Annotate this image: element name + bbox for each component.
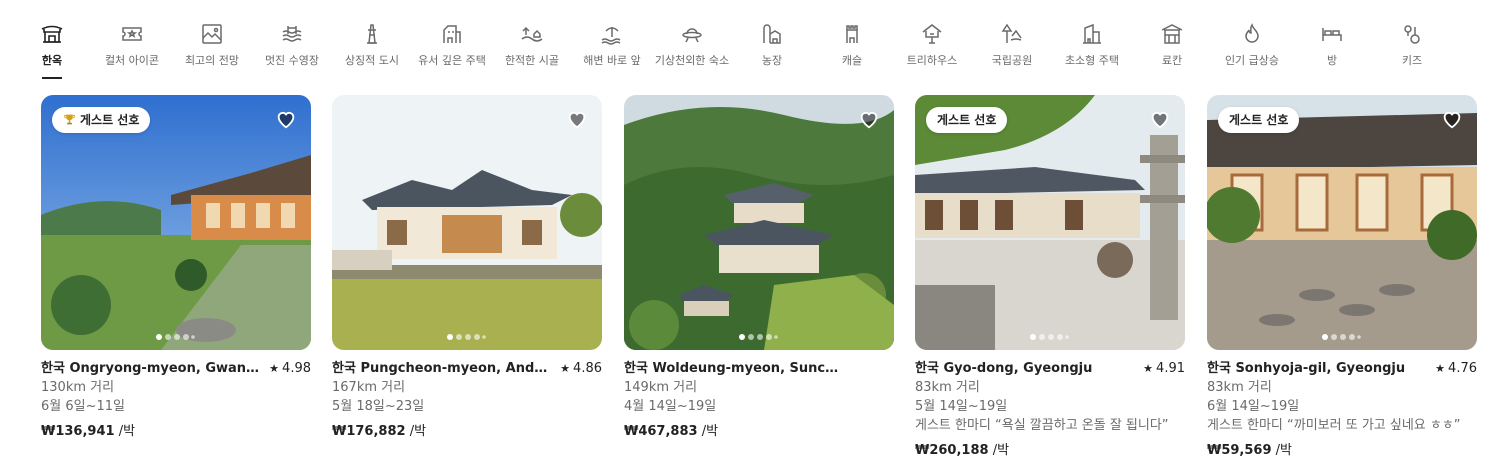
- listing-card[interactable]: 게스트 선호 한국 Gyo-dong, Gyeongju ★ 4.91 83km …: [915, 95, 1185, 465]
- listing-card[interactable]: 게스트 선호 한국 Ongryong-myeon, Gwangyang-si ★…: [41, 95, 311, 465]
- guest-favorite-badge: 게스트 선호: [52, 107, 151, 133]
- category-bar: 한옥 컬처 아이콘 최고의 전망 멋진 수영장 상징적 도시 유서 깊은 주택 …: [22, 14, 1482, 84]
- national-park-icon: [1000, 22, 1024, 46]
- ryokan-icon: [1160, 22, 1184, 46]
- listing-card[interactable]: 한국 Pungcheon-myeon, Andong ★ 4.86 167km 거…: [332, 95, 602, 465]
- listing-rating: ★ 4.76: [1435, 361, 1477, 376]
- listing-price: ₩176,882 /박: [332, 424, 427, 439]
- star-icon: ★: [1143, 362, 1154, 375]
- listing-price: ₩59,569 /박: [1207, 443, 1292, 458]
- heart-icon[interactable]: [858, 108, 880, 130]
- view-frame-icon: [200, 22, 224, 46]
- guest-favorite-badge: 게스트 선호: [1218, 107, 1300, 133]
- listing-title: 한국 Sonhyoja-gil, Gyeongju: [1207, 361, 1406, 376]
- ufo-icon: [680, 22, 704, 46]
- flame-icon: [1240, 22, 1264, 46]
- listing-price: ₩260,188 /박: [915, 443, 1010, 458]
- carousel-dots: [447, 334, 487, 340]
- listing-distance: 83km 거리: [915, 380, 980, 395]
- ticket-icon: [120, 22, 144, 46]
- listing-distance: 149km 거리: [624, 380, 698, 395]
- listing-photo[interactable]: [332, 95, 602, 350]
- historic-house-icon: [440, 22, 464, 46]
- listing-rating: ★ 4.86: [560, 361, 602, 376]
- carousel-dots: [1030, 334, 1070, 340]
- guest-favorite-badge: 게스트 선호: [926, 107, 1008, 133]
- kids-icon: [1400, 22, 1424, 46]
- listing-dates: 6월 6일~11일: [41, 399, 125, 414]
- listing-dates: 5월 18일~23일: [332, 399, 425, 414]
- listing-dates: 6월 14일~19일: [1207, 399, 1300, 414]
- listing-photo[interactable]: 게스트 선호: [1207, 95, 1477, 350]
- castle-icon: [840, 22, 864, 46]
- listing-photo[interactable]: 게스트 선호: [915, 95, 1185, 350]
- tower-icon: [360, 22, 384, 46]
- listing-dates: 4월 14일~19일: [624, 399, 717, 414]
- beach-icon: [600, 22, 624, 46]
- heart-icon[interactable]: [1441, 108, 1463, 130]
- heart-icon[interactable]: [1149, 108, 1171, 130]
- listing-price: ₩467,883 /박: [624, 424, 719, 439]
- listing-dates: 5월 14일~19일: [915, 399, 1008, 414]
- category-kids[interactable]: 키즈: [1362, 14, 1462, 84]
- listing-distance: 167km 거리: [332, 380, 406, 395]
- heart-icon[interactable]: [566, 108, 588, 130]
- heart-icon[interactable]: [275, 108, 297, 130]
- carousel-dots: [1322, 334, 1362, 340]
- listing-distance: 130km 거리: [41, 380, 115, 395]
- treehouse-icon: [920, 22, 944, 46]
- listing-guest-review: 게스트 한마디 “까미보러 또 가고 싶네요 ㅎㅎ”: [1207, 418, 1461, 433]
- listing-photo[interactable]: [624, 95, 894, 350]
- star-icon: ★: [269, 362, 280, 375]
- pool-icon: [280, 22, 304, 46]
- listing-rating: ★ 4.98: [269, 361, 311, 376]
- listing-title: 한국 Gyo-dong, Gyeongju: [915, 361, 1093, 376]
- listing-title: 한국 Pungcheon-myeon, Andong: [332, 361, 552, 376]
- listing-guest-review: 게스트 한마디 “욕실 깔끔하고 온돌 잘 됩니다”: [915, 418, 1169, 433]
- listing-distance: 83km 거리: [1207, 380, 1272, 395]
- star-icon: ★: [1435, 362, 1446, 375]
- carousel-dots: [156, 334, 196, 340]
- trophy-icon: [64, 114, 75, 125]
- hanok-icon: [40, 22, 64, 46]
- bed-icon: [1320, 22, 1344, 46]
- listing-title: 한국 Woldeung-myeon, Suncheon-si: [624, 361, 844, 376]
- listing-card[interactable]: 게스트 선호 한국 Sonhyoja-gil, Gyeongju ★ 4.76 8…: [1207, 95, 1477, 465]
- farm-icon: [760, 22, 784, 46]
- carousel-dots: [739, 334, 779, 340]
- tiny-house-icon: [1080, 22, 1104, 46]
- countryside-icon: [520, 22, 544, 46]
- star-icon: ★: [560, 362, 571, 375]
- category-label: 키즈: [1401, 54, 1423, 67]
- listing-rating: ★ 4.91: [1143, 361, 1185, 376]
- listing-title: 한국 Ongryong-myeon, Gwangyang-si: [41, 361, 261, 376]
- listing-price: ₩136,941 /박: [41, 424, 136, 439]
- active-underline: [42, 77, 62, 79]
- listing-card[interactable]: 한국 Woldeung-myeon, Suncheon-si 149km 거리 …: [624, 95, 894, 465]
- listing-photo[interactable]: 게스트 선호: [41, 95, 311, 350]
